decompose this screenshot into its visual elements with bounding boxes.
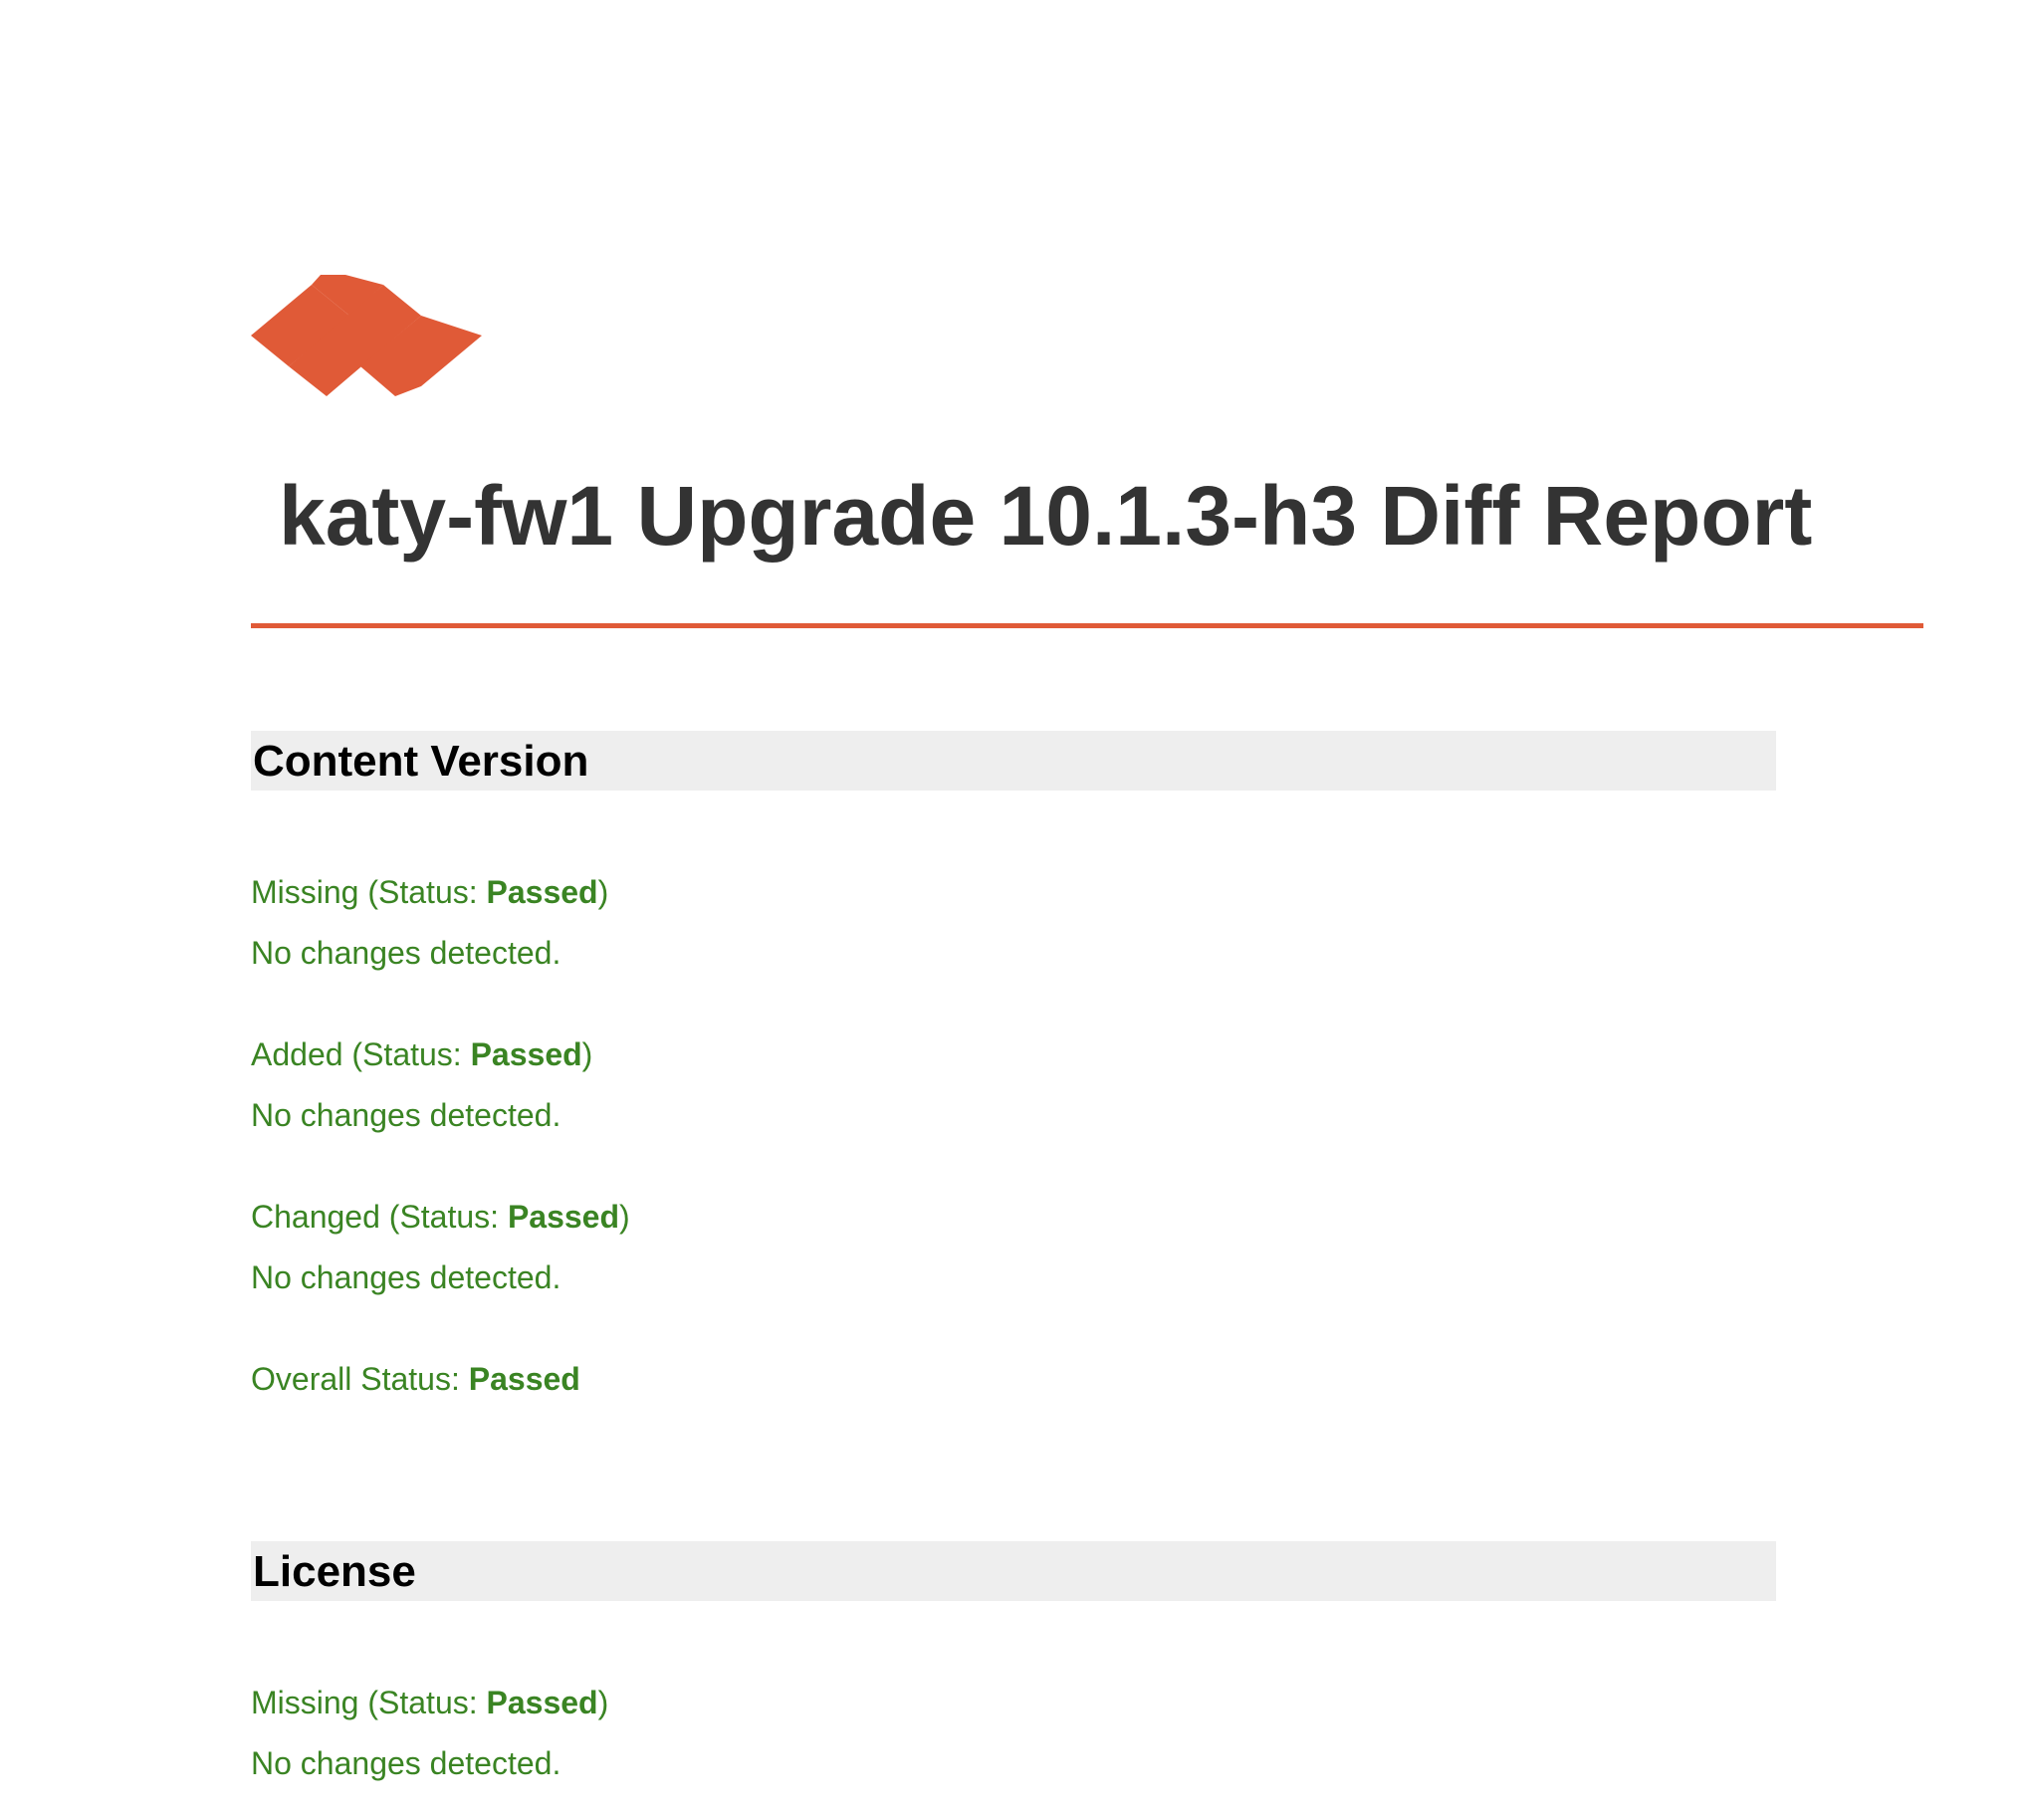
check-status-line: Added (Status: Passed) bbox=[251, 1034, 1446, 1074]
check-detail: No changes detected. bbox=[251, 1745, 561, 1781]
status-suffix: ) bbox=[597, 874, 609, 910]
section-license: License Missing (Status: Passed) No chan… bbox=[251, 1541, 1776, 1800]
check-added: Added (Status: Passed) No changes detect… bbox=[251, 1034, 1446, 1135]
check-missing: Missing (Status: Passed) No changes dete… bbox=[251, 872, 1446, 973]
brand-logo-icon bbox=[251, 275, 482, 396]
overall-status-value: Passed bbox=[468, 1361, 580, 1397]
check-label: Added bbox=[251, 1036, 343, 1072]
status-value: Passed bbox=[507, 1199, 620, 1235]
status-value: Passed bbox=[486, 874, 598, 910]
page-title: katy-fw1 Upgrade 10.1.3-h3 Diff Report bbox=[279, 469, 1813, 563]
check-status-line: Missing (Status: Passed) bbox=[251, 1683, 1446, 1722]
check-missing: Missing (Status: Passed) No changes dete… bbox=[251, 1683, 1446, 1783]
section-heading: License bbox=[251, 1541, 1776, 1601]
check-label: Missing bbox=[251, 874, 359, 910]
status-suffix: ) bbox=[581, 1036, 593, 1072]
status-prefix: (Status: bbox=[379, 1199, 508, 1235]
section-heading: Content Version bbox=[251, 731, 1776, 791]
status-suffix: ) bbox=[597, 1685, 609, 1720]
check-detail: No changes detected. bbox=[251, 1259, 561, 1295]
overall-status-line: Overall Status: Passed bbox=[251, 1359, 1446, 1399]
status-suffix: ) bbox=[619, 1199, 630, 1235]
check-label: Changed bbox=[251, 1199, 380, 1235]
title-divider bbox=[251, 623, 1923, 628]
check-detail: No changes detected. bbox=[251, 935, 561, 971]
check-status-line: Changed (Status: Passed) bbox=[251, 1197, 1446, 1237]
check-detail: No changes detected. bbox=[251, 1097, 561, 1133]
status-prefix: (Status: bbox=[358, 874, 487, 910]
check-label: Missing bbox=[251, 1685, 359, 1720]
check-status-line: Missing (Status: Passed) bbox=[251, 872, 1446, 912]
check-changed: Changed (Status: Passed) No changes dete… bbox=[251, 1197, 1446, 1297]
status-value: Passed bbox=[486, 1685, 598, 1720]
brand-logo bbox=[251, 275, 482, 396]
status-value: Passed bbox=[470, 1036, 582, 1072]
section-content-version: Content Version Missing (Status: Passed)… bbox=[251, 731, 1776, 1408]
overall-status-label: Overall Status: bbox=[251, 1361, 469, 1397]
overall-status: Overall Status: Passed bbox=[251, 1359, 1446, 1399]
status-prefix: (Status: bbox=[358, 1685, 487, 1720]
status-prefix: (Status: bbox=[342, 1036, 471, 1072]
